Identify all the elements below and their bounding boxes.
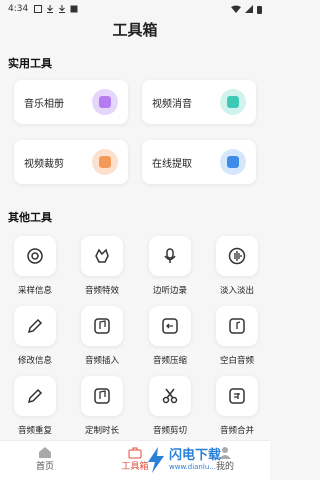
tool-icon-box xyxy=(14,376,56,416)
tool-label: 修改信息 xyxy=(17,356,52,366)
section-title-practical: 实用工具 xyxy=(8,57,52,70)
music-album-icon xyxy=(92,89,118,115)
page-title: 工具箱 xyxy=(112,21,158,39)
practical-tool-card[interactable]: 视频裁剪 xyxy=(14,140,128,184)
tool-item[interactable]: 空白音频 xyxy=(207,306,267,366)
download-icon xyxy=(47,5,54,13)
tool-icon-box xyxy=(14,236,56,276)
tool-item[interactable]: 修改信息 xyxy=(5,306,65,366)
app-a-icon xyxy=(70,5,78,13)
tool-label: 音频剪切 xyxy=(152,426,187,436)
scissors-icon xyxy=(162,388,178,404)
practical-tool-card[interactable]: 音乐相册 xyxy=(14,80,128,124)
battery-icon xyxy=(257,5,262,14)
tool-icon-box xyxy=(149,376,191,416)
tool-label: 定制时长 xyxy=(84,426,119,436)
audio-compress-icon xyxy=(162,318,178,334)
blank-audio-icon xyxy=(229,318,245,334)
crop-video-icon xyxy=(92,149,118,175)
tool-item[interactable]: 音频压缩 xyxy=(140,306,200,366)
practical-tool-card[interactable]: 视频消音 xyxy=(142,80,256,124)
tool-icon-box xyxy=(81,376,123,416)
watermark: 闪电下载 www.dianlu... xyxy=(146,442,266,478)
tool-icon-box xyxy=(149,306,191,346)
home-icon xyxy=(39,446,51,458)
tool-item[interactable]: 音频插入 xyxy=(72,306,132,366)
tool-icon-box xyxy=(216,306,258,346)
tool-label: 淡入淡出 xyxy=(219,286,254,296)
tool-icon-box xyxy=(81,236,123,276)
tool-label: 音频插入 xyxy=(84,356,119,366)
sample-info-icon xyxy=(27,248,43,264)
lightning-logo-icon xyxy=(148,447,164,473)
tool-label: 音频合并 xyxy=(219,426,254,436)
status-bar: 4:34 xyxy=(0,0,270,18)
fade-wave-icon xyxy=(228,247,246,265)
tab-label: 首页 xyxy=(35,462,54,472)
section-title-other: 其他工具 xyxy=(8,211,52,224)
practical-tool-card[interactable]: 在线提取 xyxy=(142,140,256,184)
watermark-brand: 闪电下载 xyxy=(169,448,222,463)
notification-icons xyxy=(34,5,78,13)
signal-icon xyxy=(245,5,253,13)
mute-video-icon xyxy=(220,89,246,115)
tool-item[interactable]: 音频合并 xyxy=(207,376,267,436)
tool-icon-box xyxy=(216,376,258,416)
audio-merge-icon xyxy=(229,388,245,404)
wifi-icon xyxy=(231,5,241,13)
tool-icon-box xyxy=(216,236,258,276)
tool-item[interactable]: 淡入淡出 xyxy=(207,236,267,296)
practical-tool-label: 视频消音 xyxy=(152,98,192,110)
tool-item[interactable]: 音频特效 xyxy=(72,236,132,296)
tool-label: 音频特效 xyxy=(84,286,119,296)
custom-duration-icon xyxy=(94,388,110,404)
tool-label: 边听边录 xyxy=(152,286,187,296)
tab-home[interactable]: 首页 xyxy=(0,441,90,480)
tool-label: 音频压缩 xyxy=(152,356,187,366)
image-icon xyxy=(34,5,43,13)
audio-repeat-icon xyxy=(27,388,43,404)
extract-audio-icon xyxy=(220,149,246,175)
tool-icon-box xyxy=(149,236,191,276)
tool-item[interactable]: 音频重复 xyxy=(5,376,65,436)
tool-label: 空白音频 xyxy=(219,356,254,366)
tool-item[interactable]: 音频剪切 xyxy=(140,376,200,436)
audio-effect-icon xyxy=(95,248,109,263)
system-icons xyxy=(231,5,262,14)
practical-tool-label: 视频裁剪 xyxy=(24,158,64,170)
tool-icon-box xyxy=(81,306,123,346)
tool-label: 音频重复 xyxy=(17,426,52,436)
tool-item[interactable]: 边听边录 xyxy=(140,236,200,296)
tool-item[interactable]: 采样信息 xyxy=(5,236,65,296)
practical-tool-label: 在线提取 xyxy=(152,158,192,170)
tool-label: 采样信息 xyxy=(17,286,52,296)
status-time: 4:34 xyxy=(8,4,29,14)
audio-insert-icon xyxy=(94,318,110,334)
edit-pencil-icon xyxy=(27,318,43,334)
watermark-url: www.dianlu... xyxy=(169,463,216,471)
download-icon xyxy=(59,5,66,13)
practical-tool-label: 音乐相册 xyxy=(24,98,64,110)
toolbox-icon xyxy=(128,447,142,458)
tool-icon-box xyxy=(14,306,56,346)
microphone-icon xyxy=(164,248,176,263)
tool-item[interactable]: 定制时长 xyxy=(72,376,132,436)
